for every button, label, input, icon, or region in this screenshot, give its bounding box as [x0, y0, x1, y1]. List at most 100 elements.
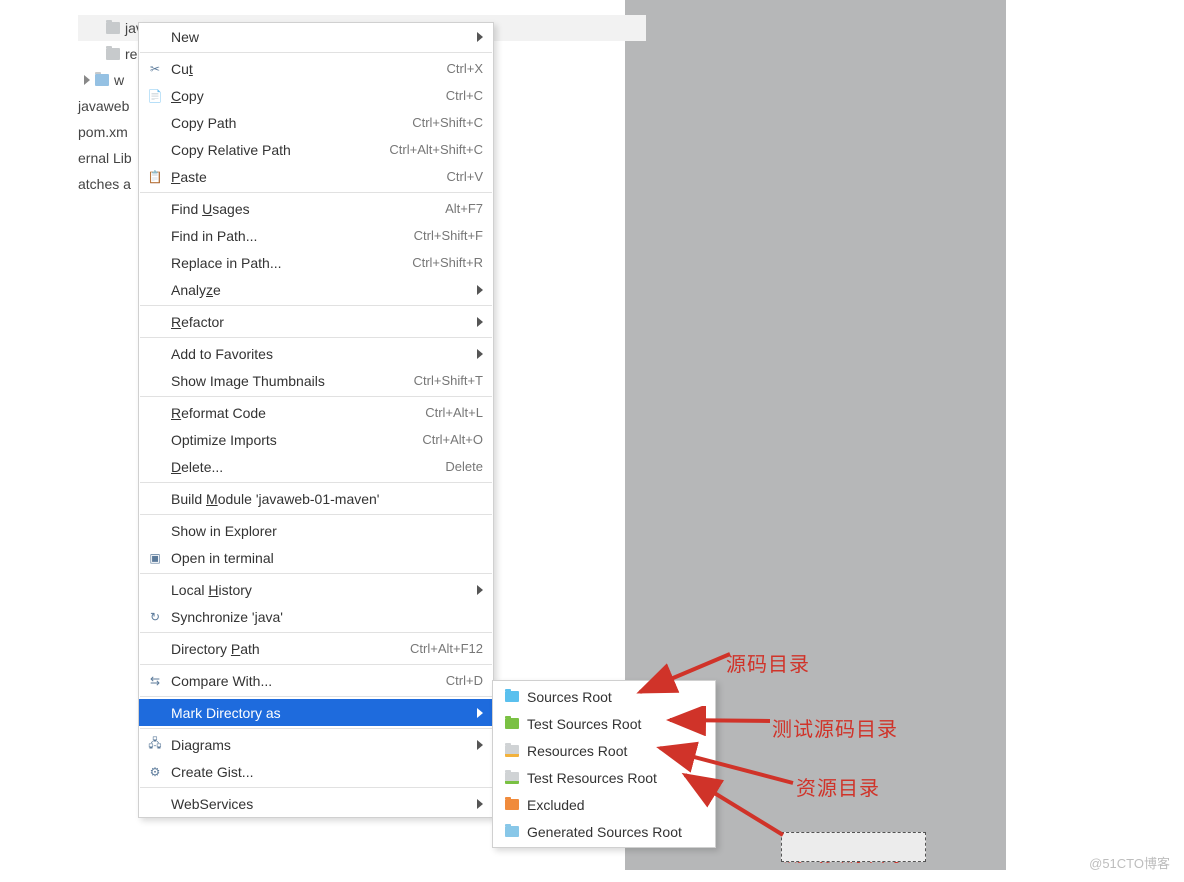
- menu-separator: [140, 696, 492, 697]
- menu-item-paste[interactable]: 📋PasteCtrl+V: [139, 163, 493, 190]
- menu-icon: ✂: [147, 61, 163, 77]
- menu-item-show-image-thumbnails[interactable]: Show Image ThumbnailsCtrl+Shift+T: [139, 367, 493, 394]
- submenu-item-label: Test Sources Root: [527, 716, 641, 732]
- menu-item-label: Delete...: [171, 459, 445, 475]
- menu-separator: [140, 192, 492, 193]
- submenu-item-label: Excluded: [527, 797, 585, 813]
- menu-item-diagrams[interactable]: 🖧Diagrams: [139, 731, 493, 758]
- menu-shortcut: Alt+F7: [445, 201, 483, 216]
- menu-item-label: Synchronize 'java': [171, 609, 483, 625]
- menu-item-label: Find in Path...: [171, 228, 414, 244]
- menu-separator: [140, 787, 492, 788]
- menu-separator: [140, 632, 492, 633]
- annotation-resources: 资源目录: [796, 772, 880, 801]
- menu-item-refactor[interactable]: Refactor: [139, 308, 493, 335]
- submenu-arrow-icon: [477, 799, 483, 809]
- menu-item-label: Add to Favorites: [171, 346, 469, 362]
- menu-item-label: Find Usages: [171, 201, 445, 217]
- menu-item-label: Compare With...: [171, 673, 446, 689]
- menu-separator: [140, 664, 492, 665]
- submenu-arrow-icon: [477, 349, 483, 359]
- menu-icon: ↻: [147, 609, 163, 625]
- menu-shortcut: Ctrl+Shift+T: [414, 373, 483, 388]
- menu-item-label: Copy Relative Path: [171, 142, 389, 158]
- menu-icon: 🖧: [147, 737, 163, 753]
- menu-item-label: Reformat Code: [171, 405, 425, 421]
- selection-marker: [781, 832, 926, 862]
- submenu-item-test-sources-root[interactable]: Test Sources Root: [493, 710, 715, 737]
- menu-separator: [140, 305, 492, 306]
- folder-icon: [106, 22, 120, 34]
- menu-item-label: Mark Directory as: [171, 705, 469, 721]
- menu-shortcut: Ctrl+X: [447, 61, 483, 76]
- menu-item-find-usages[interactable]: Find UsagesAlt+F7: [139, 195, 493, 222]
- menu-item-mark-directory-as[interactable]: Mark Directory as: [139, 699, 493, 726]
- menu-item-local-history[interactable]: Local History: [139, 576, 493, 603]
- annotation-sources: 源码目录: [726, 648, 810, 677]
- menu-icon: 📄: [147, 88, 163, 104]
- menu-item-build-module-javaweb-01-maven[interactable]: Build Module 'javaweb-01-maven': [139, 485, 493, 512]
- menu-separator: [140, 514, 492, 515]
- folder-icon: [505, 691, 519, 702]
- menu-item-create-gist[interactable]: ⚙Create Gist...: [139, 758, 493, 785]
- context-menu: New✂CutCtrl+X📄CopyCtrl+CCopy PathCtrl+Sh…: [138, 22, 494, 818]
- menu-item-compare-with[interactable]: ⇆Compare With...Ctrl+D: [139, 667, 493, 694]
- folder-icon: [505, 772, 519, 784]
- menu-item-analyze[interactable]: Analyze: [139, 276, 493, 303]
- submenu-item-excluded[interactable]: Excluded: [493, 791, 715, 818]
- submenu-item-test-resources-root[interactable]: Test Resources Root: [493, 764, 715, 791]
- menu-item-label: Copy: [171, 88, 446, 104]
- menu-item-synchronize-java[interactable]: ↻ Synchronize 'java': [139, 603, 493, 630]
- menu-item-add-to-favorites[interactable]: Add to Favorites: [139, 340, 493, 367]
- menu-item-cut[interactable]: ✂CutCtrl+X: [139, 55, 493, 82]
- menu-item-show-in-explorer[interactable]: Show in Explorer: [139, 517, 493, 544]
- menu-item-find-in-path[interactable]: Find in Path...Ctrl+Shift+F: [139, 222, 493, 249]
- folder-icon: [106, 48, 120, 60]
- menu-item-label: Show Image Thumbnails: [171, 373, 414, 389]
- folder-icon: [505, 718, 519, 729]
- menu-item-webservices[interactable]: WebServices: [139, 790, 493, 817]
- submenu-item-generated-sources-root[interactable]: Generated Sources Root: [493, 818, 715, 845]
- menu-item-open-in-terminal[interactable]: ▣Open in terminal: [139, 544, 493, 571]
- menu-item-directory-path[interactable]: Directory PathCtrl+Alt+F12: [139, 635, 493, 662]
- menu-separator: [140, 52, 492, 53]
- menu-separator: [140, 728, 492, 729]
- menu-item-copy-path[interactable]: Copy PathCtrl+Shift+C: [139, 109, 493, 136]
- submenu-arrow-icon: [477, 317, 483, 327]
- submenu-item-resources-root[interactable]: Resources Root: [493, 737, 715, 764]
- submenu-arrow-icon: [477, 740, 483, 750]
- submenu-arrow-icon: [477, 708, 483, 718]
- menu-separator: [140, 573, 492, 574]
- menu-item-copy-relative-path[interactable]: Copy Relative PathCtrl+Alt+Shift+C: [139, 136, 493, 163]
- submenu-arrow-icon: [477, 285, 483, 295]
- submenu-arrow-icon: [477, 32, 483, 42]
- menu-item-delete[interactable]: Delete...Delete: [139, 453, 493, 480]
- menu-item-label: Build Module 'javaweb-01-maven': [171, 491, 483, 507]
- menu-item-reformat-code[interactable]: Reformat CodeCtrl+Alt+L: [139, 399, 493, 426]
- tree-item-label: re: [125, 41, 137, 67]
- menu-shortcut: Ctrl+Shift+R: [412, 255, 483, 270]
- menu-item-label: Copy Path: [171, 115, 412, 131]
- mark-directory-submenu: Sources Root Test Sources Root Resources R…: [492, 680, 716, 848]
- menu-item-copy[interactable]: 📄CopyCtrl+C: [139, 82, 493, 109]
- menu-shortcut: Ctrl+Alt+O: [422, 432, 483, 447]
- menu-shortcut: Ctrl+Shift+C: [412, 115, 483, 130]
- submenu-item-label: Generated Sources Root: [527, 824, 682, 840]
- menu-item-label: Optimize Imports: [171, 432, 422, 448]
- menu-item-label: Replace in Path...: [171, 255, 412, 271]
- menu-separator: [140, 396, 492, 397]
- chevron-right-icon[interactable]: [84, 75, 90, 85]
- folder-icon: [505, 745, 519, 757]
- menu-item-new[interactable]: New: [139, 23, 493, 50]
- menu-item-label: Open in terminal: [171, 550, 483, 566]
- menu-item-replace-in-path[interactable]: Replace in Path...Ctrl+Shift+R: [139, 249, 493, 276]
- menu-shortcut: Ctrl+Shift+F: [414, 228, 483, 243]
- menu-item-label: Analyze: [171, 282, 469, 298]
- menu-separator: [140, 337, 492, 338]
- submenu-item-sources-root[interactable]: Sources Root: [493, 683, 715, 710]
- menu-item-label: WebServices: [171, 796, 469, 812]
- menu-item-optimize-imports[interactable]: Optimize ImportsCtrl+Alt+O: [139, 426, 493, 453]
- menu-shortcut: Delete: [445, 459, 483, 474]
- menu-item-label: New: [171, 29, 469, 45]
- menu-shortcut: Ctrl+V: [447, 169, 483, 184]
